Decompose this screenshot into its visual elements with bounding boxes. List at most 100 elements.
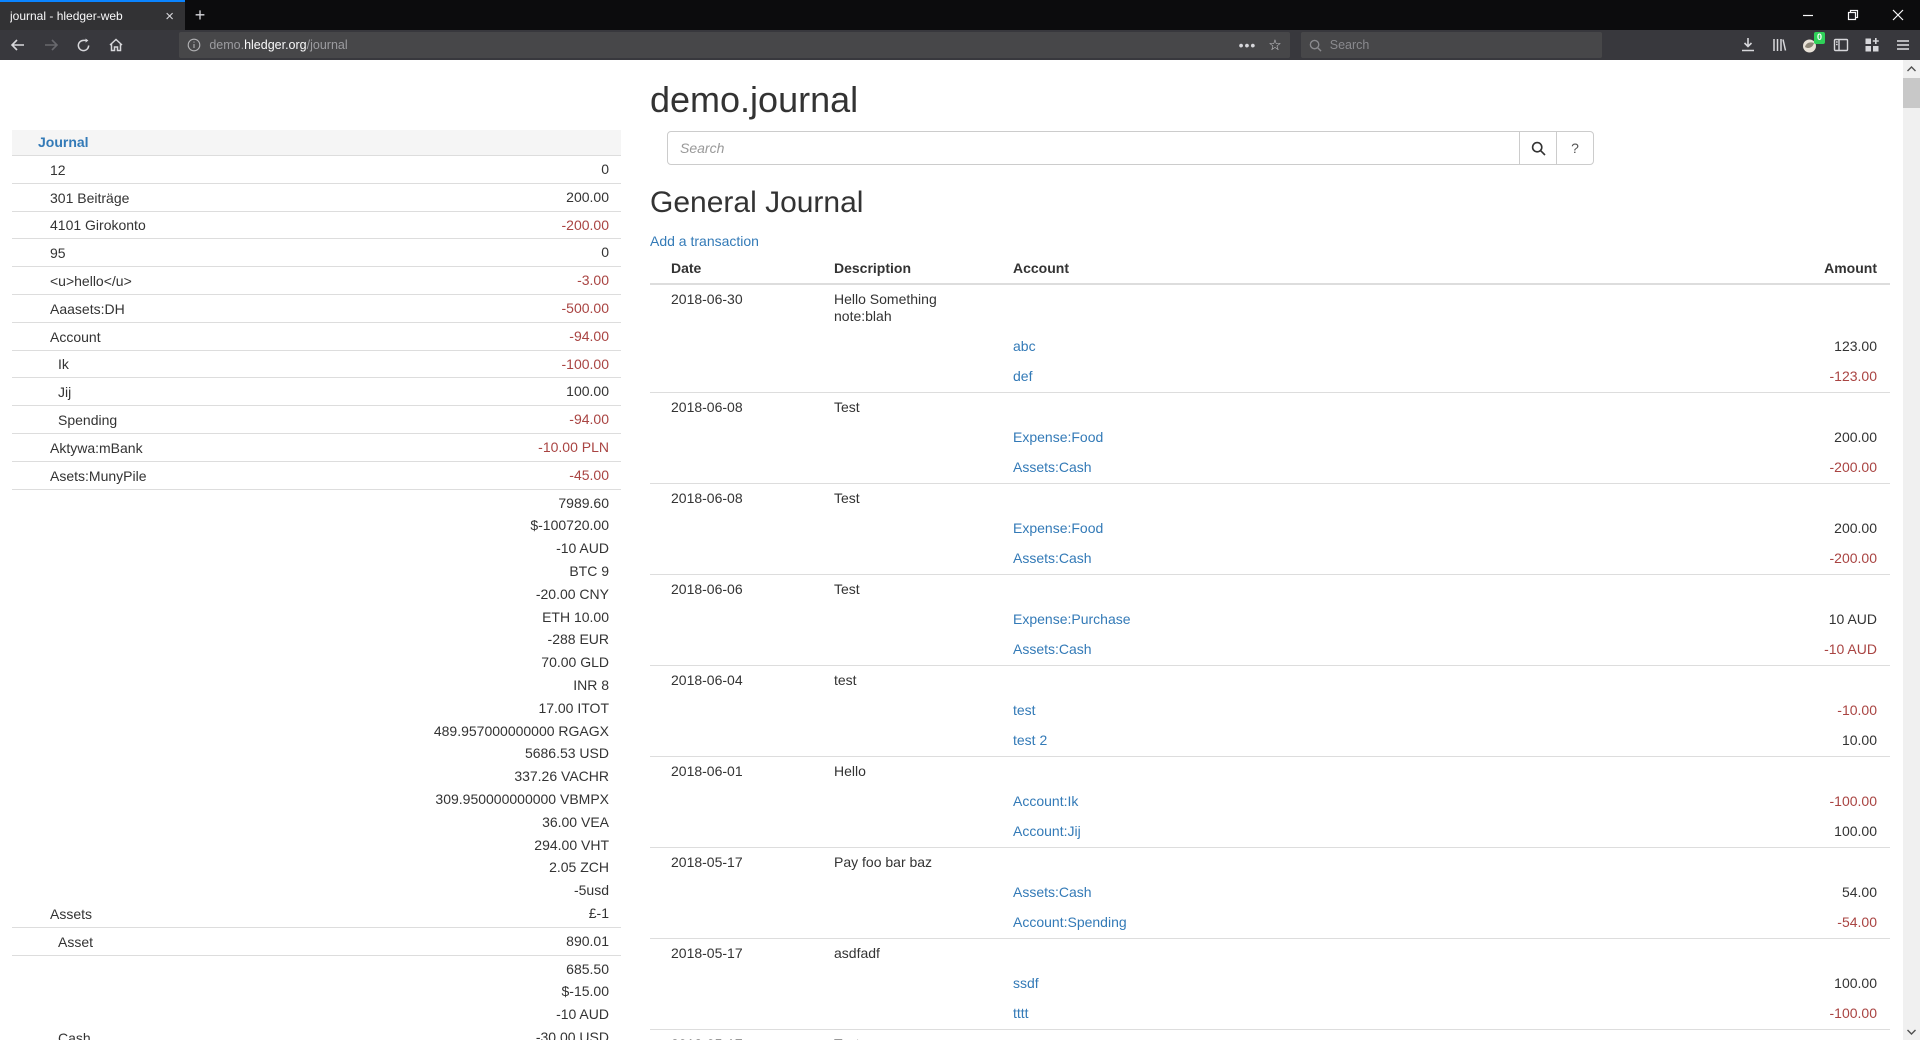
posting-amount: 123.00 xyxy=(1740,332,1890,362)
page-title: demo.journal xyxy=(650,80,1890,120)
browser-tab[interactable]: journal - hledger-web × xyxy=(0,0,185,30)
sidebar-account-row: Aaasets:DH-500.00 xyxy=(12,294,621,322)
posting-account-link[interactable]: test xyxy=(1013,702,1036,718)
extension-icon[interactable]: 0 xyxy=(1796,31,1823,59)
forward-icon[interactable] xyxy=(36,31,66,59)
journal-search-form: ? xyxy=(667,131,1594,165)
close-icon[interactable] xyxy=(1875,0,1920,30)
sidebar-account-link[interactable]: Spending xyxy=(58,412,117,428)
sidebar-account-link[interactable]: Account xyxy=(50,329,101,345)
posting-account-link[interactable]: ssdf xyxy=(1013,975,1039,991)
sidebar-journal-link[interactable]: Journal xyxy=(38,134,89,150)
journal-search-input[interactable] xyxy=(667,131,1520,165)
sidebar-account-link[interactable]: Aaasets:DH xyxy=(50,301,125,317)
account-balance: 200.00 xyxy=(267,186,609,209)
browser-search-bar[interactable]: Search xyxy=(1301,32,1602,58)
back-icon[interactable] xyxy=(3,31,33,59)
apps-grid-icon[interactable] xyxy=(1858,31,1885,59)
scroll-up-icon[interactable] xyxy=(1903,60,1920,77)
restore-icon[interactable] xyxy=(1830,0,1875,30)
transaction-row: 2018-06-06Test xyxy=(650,575,1890,606)
sidebar-account-row: 301 Beiträge 200.00 xyxy=(12,183,621,211)
sidebar-account-link[interactable]: Asset xyxy=(58,934,93,950)
tab-close-icon[interactable]: × xyxy=(162,9,177,24)
account-balance: -10.00 PLN xyxy=(267,436,609,459)
bookmark-star-icon[interactable]: ☆ xyxy=(1268,36,1281,54)
home-icon[interactable] xyxy=(101,31,131,59)
add-transaction-link[interactable]: Add a transaction xyxy=(650,233,759,250)
transaction-date: 2018-06-08 xyxy=(650,393,826,424)
new-tab-button[interactable]: + xyxy=(185,0,215,30)
scrollbar-thumb[interactable] xyxy=(1903,78,1920,108)
toolbar-actions: 0 xyxy=(1734,31,1920,59)
posting-account-link[interactable]: Expense:Purchase xyxy=(1013,611,1131,627)
sidebar-account-link[interactable]: Ik xyxy=(58,356,69,372)
sidebar-account-row: <u>hello</u>-3.00 xyxy=(12,267,621,295)
posting-account-link[interactable]: Expense:Food xyxy=(1013,520,1103,536)
posting-account-link[interactable]: Assets:Cash xyxy=(1013,884,1092,900)
minimize-icon[interactable] xyxy=(1785,0,1830,30)
posting-account-link[interactable]: Assets:Cash xyxy=(1013,459,1092,475)
sidebar-account-link[interactable]: 12 xyxy=(50,162,66,178)
posting-account-link[interactable]: Assets:Cash xyxy=(1013,550,1092,566)
account-balance: -94.00 xyxy=(267,325,609,348)
account-balance: -200.00 xyxy=(267,214,609,237)
sidebar-account-link[interactable]: Jij xyxy=(58,384,71,400)
page-actions-icon[interactable]: ••• xyxy=(1239,37,1257,53)
posting-amount: 100.00 xyxy=(1740,969,1890,999)
sidebar-account-link[interactable]: 4101 Girokonto xyxy=(50,217,146,233)
account-balance: -45.00 xyxy=(267,464,609,487)
posting-account-link[interactable]: def xyxy=(1013,368,1032,384)
transaction-date: 2018-06-01 xyxy=(650,757,826,788)
header-description: Description xyxy=(826,256,1005,284)
posting-amount: -10.00 xyxy=(1740,696,1890,726)
sidebar-account-link[interactable]: 301 Beiträge xyxy=(50,190,129,206)
sidebar-account-link[interactable]: Cash xyxy=(58,1030,91,1040)
posting-row: ssdf 100.00 xyxy=(650,969,1890,999)
posting-account-link[interactable]: Account:Spending xyxy=(1013,914,1127,930)
posting-account-link[interactable]: abc xyxy=(1013,338,1036,354)
sidebars-icon[interactable] xyxy=(1827,31,1854,59)
journal-search-button[interactable] xyxy=(1519,131,1557,165)
sidebar-account-link[interactable]: Asets:MunyPile xyxy=(50,468,146,484)
account-balance: BTC 9 xyxy=(267,560,609,583)
posting-account-link[interactable]: tttt xyxy=(1013,1005,1029,1021)
transaction-date: 2018-05-17 xyxy=(650,939,826,970)
extension-badge: 0 xyxy=(1814,32,1825,44)
menu-icon[interactable] xyxy=(1889,31,1916,59)
transaction-date: 2018-06-08 xyxy=(650,484,826,515)
sidebar-account-link[interactable]: Aktywa:mBank xyxy=(50,440,143,456)
posting-amount: -100.00 xyxy=(1740,787,1890,817)
posting-account-link[interactable]: Account:Jij xyxy=(1013,823,1081,839)
scroll-down-icon[interactable] xyxy=(1903,1023,1920,1040)
account-balance: 337.26 VACHR xyxy=(267,765,609,788)
account-balance: $-100720.00 xyxy=(267,514,609,537)
sidebar-account-link[interactable]: Assets xyxy=(50,906,92,922)
account-balance: -20.00 CNY xyxy=(267,583,609,606)
account-balance: £-1 xyxy=(267,902,609,925)
page-scrollbar[interactable] xyxy=(1903,60,1920,1040)
posting-amount: 100.00 xyxy=(1740,817,1890,848)
account-balance: -30.00 USD xyxy=(267,1026,609,1040)
sidebar-account-row: Asset890.01 xyxy=(12,927,621,955)
posting-account-link[interactable]: Account:Ik xyxy=(1013,793,1078,809)
section-title: General Journal xyxy=(650,186,1890,219)
transaction-description: Test xyxy=(826,1030,1005,1040)
search-help-button[interactable]: ? xyxy=(1556,131,1594,165)
download-icon[interactable] xyxy=(1734,31,1761,59)
page-info-icon[interactable] xyxy=(187,38,201,52)
url-bar[interactable]: demo.hledger.org/journal ••• ☆ xyxy=(179,32,1289,58)
posting-row: tttt-100.00 xyxy=(650,999,1890,1030)
posting-row: Assets:Cash-10 AUD xyxy=(650,635,1890,666)
posting-row: test -10.00 xyxy=(650,696,1890,726)
sidebar-account-link[interactable]: <u>hello</u> xyxy=(50,273,132,289)
account-balance: 5686.53 USD xyxy=(267,742,609,765)
reload-icon[interactable] xyxy=(69,31,99,59)
library-icon[interactable] xyxy=(1765,31,1792,59)
posting-account-link[interactable]: Assets:Cash xyxy=(1013,641,1092,657)
transaction-row: 2018-06-08Test xyxy=(650,393,1890,424)
posting-account-link[interactable]: Expense:Food xyxy=(1013,429,1103,445)
sidebar-account-link[interactable]: 95 xyxy=(50,245,66,261)
url-subdomain: demo. xyxy=(209,38,244,52)
posting-account-link[interactable]: test 2 xyxy=(1013,732,1047,748)
